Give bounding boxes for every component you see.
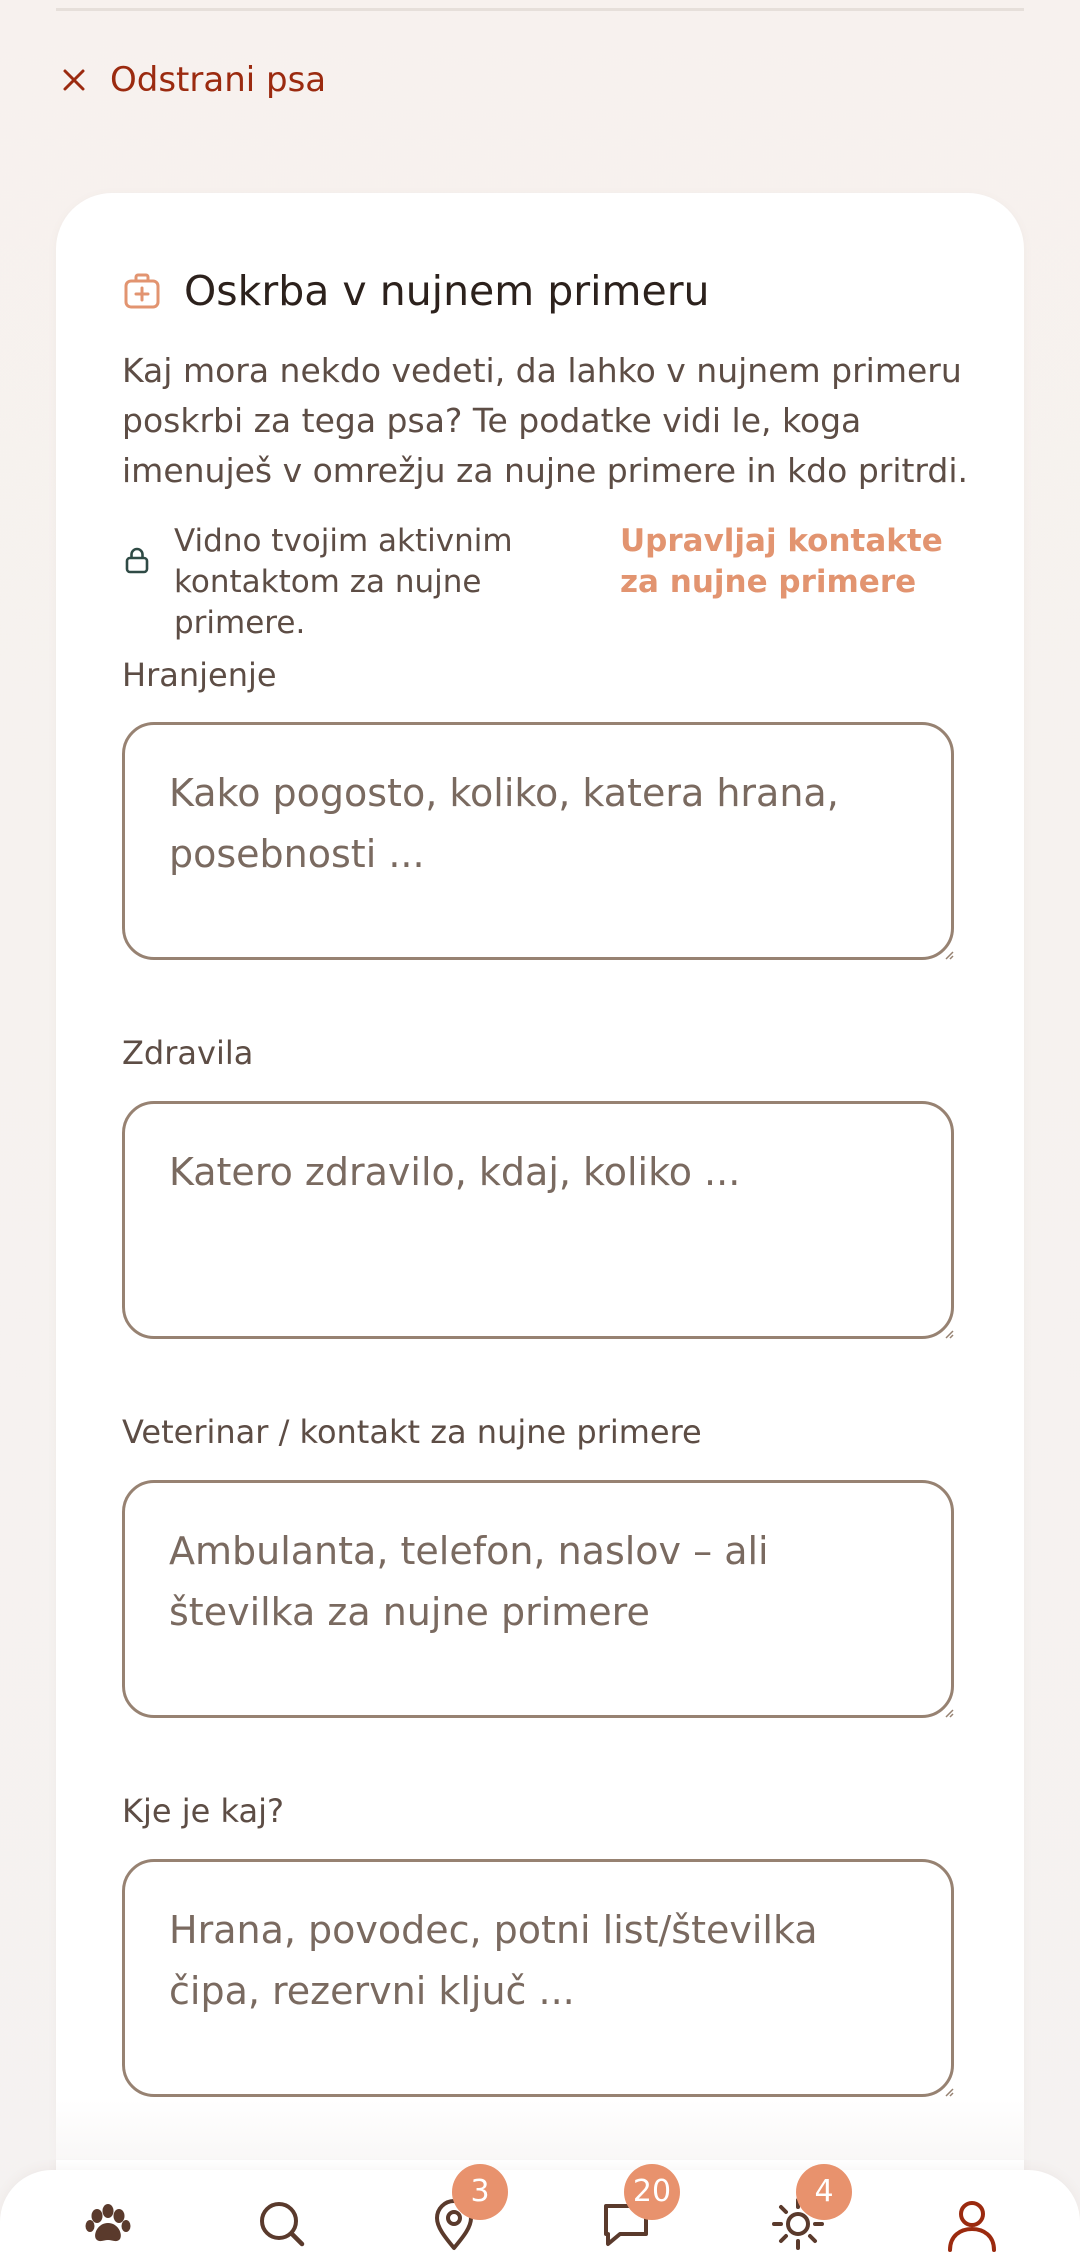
bottom-tab-bar: 3 20 4 [0, 2164, 1080, 2268]
paw-icon [85, 2204, 131, 2242]
where-is-what-placeholder: Hrana, povodec, potni list/številka čipa… [169, 1908, 818, 2013]
tab-dogs[interactable] [76, 2192, 140, 2256]
remove-dog-label: Odstrani psa [110, 60, 327, 100]
remove-dog-button[interactable]: Odstrani psa [60, 58, 326, 102]
vet-contact-label: Veterinar / kontakt za nujne primere [122, 1413, 702, 1451]
privacy-note: Vidno tvojim aktivnim kontaktom za nujne… [174, 523, 513, 641]
tab-messages[interactable]: 20 [594, 2164, 680, 2256]
tab-activity[interactable]: 4 [766, 2164, 852, 2256]
lock-icon [125, 547, 149, 574]
where-is-what-label: Kje je kaj? [122, 1792, 284, 1830]
feeding-label: Hranjenje [122, 656, 277, 694]
resize-handle-icon[interactable] [944, 950, 954, 960]
section-header: Oskrba v nujnem primeru [122, 263, 710, 319]
resize-handle-icon[interactable] [944, 1708, 954, 1718]
top-divider [56, 8, 1024, 11]
activity-badge: 4 [796, 2164, 852, 2220]
section-description: Kaj mora nekdo vedeti, da lahko v nujnem… [122, 351, 969, 490]
resize-handle-icon[interactable] [944, 1329, 954, 1339]
vet-contact-textarea[interactable]: Ambulanta, telefon, naslov – ali številk… [122, 1480, 954, 1718]
medication-textarea[interactable]: Katero zdravilo, kdaj, koliko ... [122, 1101, 954, 1339]
tab-profile[interactable] [940, 2192, 1004, 2256]
search-icon [260, 2202, 305, 2247]
feeding-placeholder: Kako pogosto, koliko, katera hrana, pose… [169, 771, 839, 876]
scroll-fade [0, 2100, 1080, 2160]
section-title: Oskrba v nujnem primeru [184, 267, 710, 315]
messages-badge: 20 [624, 2164, 680, 2220]
tab-search[interactable] [250, 2192, 314, 2256]
map-badge: 3 [452, 2164, 508, 2220]
feeding-textarea[interactable]: Kako pogosto, koliko, katera hrana, pose… [122, 722, 954, 960]
medication-label: Zdravila [122, 1034, 254, 1072]
close-icon [63, 69, 85, 91]
medication-placeholder: Katero zdravilo, kdaj, koliko ... [169, 1150, 741, 1194]
tab-map[interactable]: 3 [422, 2164, 508, 2256]
resize-handle-icon[interactable] [944, 2087, 954, 2097]
manage-emergency-contacts-link[interactable]: Upravljaj kontakte za nujne primere [620, 521, 980, 603]
first-aid-kit-icon [124, 273, 160, 309]
where-is-what-textarea[interactable]: Hrana, povodec, potni list/številka čipa… [122, 1859, 954, 2097]
profile-icon [948, 2201, 996, 2252]
emergency-care-card: Oskrba v nujnem primeru Kaj mora nekdo v… [56, 193, 1024, 2268]
privacy-note-row: Vidno tvojim aktivnim kontaktom za nujne… [122, 521, 982, 644]
vet-contact-placeholder: Ambulanta, telefon, naslov – ali številk… [169, 1529, 769, 1634]
